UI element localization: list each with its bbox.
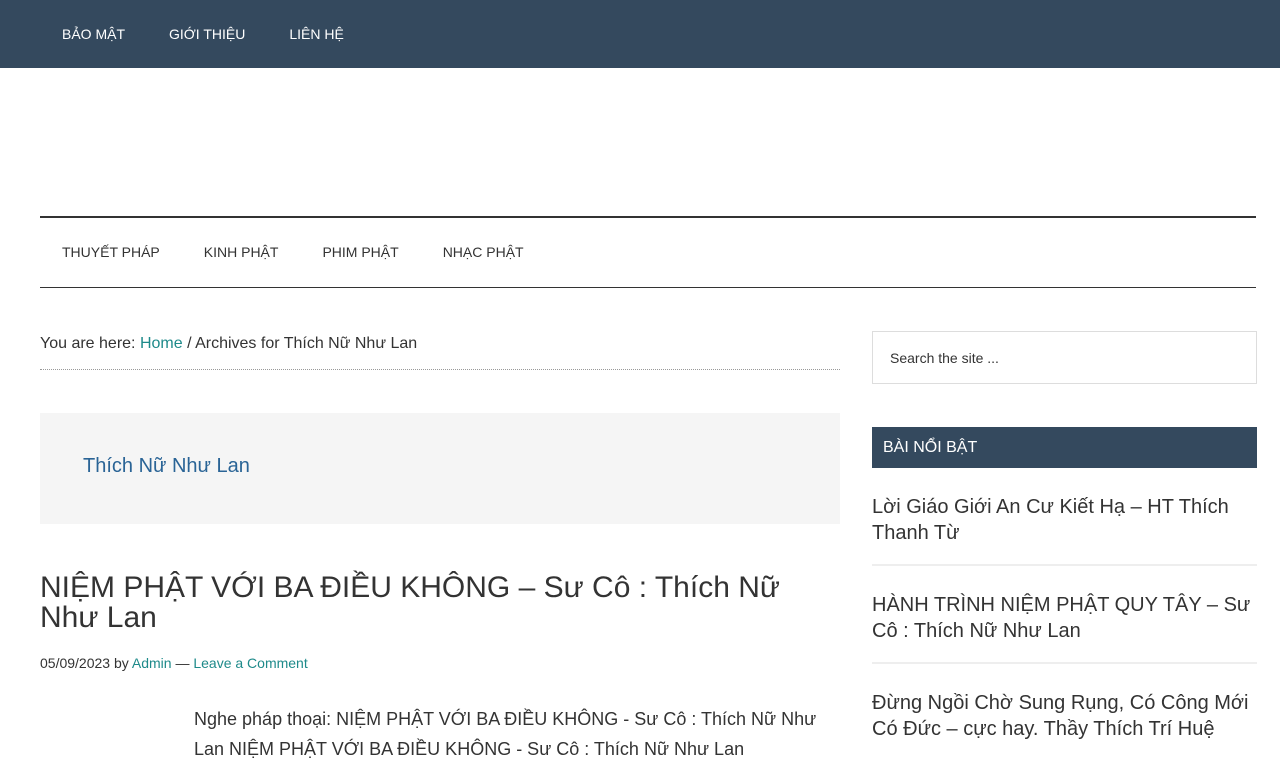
main-content: You are here: Home / Archives for Thích …	[40, 330, 840, 764]
top-nav: BẢO MẬT GIỚI THIỆU LIÊN HỆ	[0, 0, 1280, 68]
post-by: by	[110, 655, 132, 671]
featured-post-link[interactable]: Lời Giáo Giới An Cư Kiết Hạ – HT Thích T…	[872, 468, 1257, 566]
top-nav-item-bao-mat[interactable]: BẢO MẬT	[40, 0, 147, 68]
primary-nav: THUYẾT PHÁP KINH PHẬT PHIM PHẬT NHẠC PHẬ…	[40, 216, 1256, 288]
archive-title: Thích Nữ Như Lan	[83, 455, 250, 477]
top-nav-item-lien-he[interactable]: LIÊN HỆ	[267, 0, 365, 68]
archive-description: Thích Nữ Như Lan	[40, 413, 840, 524]
primary-nav-item-phim-phat[interactable]: PHIM PHẬT	[300, 218, 420, 287]
primary-nav-item-kinh-phat[interactable]: KINH PHẬT	[182, 218, 301, 287]
post-excerpt: Nghe pháp thoại: NIỆM PHẬT VỚI BA ĐIỀU K…	[194, 709, 817, 759]
primary-nav-list: THUYẾT PHÁP KINH PHẬT PHIM PHẬT NHẠC PHẬ…	[40, 218, 1256, 287]
featured-post-link[interactable]: HÀNH TRÌNH NIỆM PHẬT QUY TÂY – Sư Cô : T…	[872, 566, 1257, 664]
leave-comment-link[interactable]: Leave a Comment	[193, 655, 307, 671]
top-nav-list: BẢO MẬT GIỚI THIỆU LIÊN HỆ	[0, 0, 1280, 68]
top-nav-item-gioi-thieu[interactable]: GIỚI THIỆU	[147, 0, 267, 68]
post-entry: NIỆM PHẬT VỚI BA ĐIỀU KHÔNG – Sư Cô : Th…	[40, 573, 840, 764]
breadcrumb-prefix: You are here:	[40, 335, 140, 352]
featured-post-link[interactable]: Đừng Ngồi Chờ Sung Rụng, Có Công Mới Có …	[872, 664, 1257, 760]
breadcrumb-separator: /	[182, 335, 196, 352]
primary-nav-item-thuyet-phap[interactable]: THUYẾT PHÁP	[40, 218, 182, 287]
breadcrumb-current: Archives for Thích Nữ Như Lan	[195, 335, 418, 352]
sidebar: BÀI NỔI BẬT Lời Giáo Giới An Cư Kiết Hạ …	[872, 331, 1257, 760]
post-meta-dash: —	[171, 655, 194, 671]
post-date: 05/09/2023	[40, 655, 111, 671]
breadcrumb-home-link[interactable]: Home	[140, 335, 183, 352]
primary-nav-item-nhac-phat[interactable]: NHẠC PHẬT	[421, 218, 546, 287]
featured-widget-title: BÀI NỔI BẬT	[872, 427, 1257, 468]
search-input[interactable]	[872, 331, 1257, 384]
post-title[interactable]: NIỆM PHẬT VỚI BA ĐIỀU KHÔNG – Sư Cô : Th…	[40, 573, 840, 633]
post-author-link[interactable]: Admin	[132, 655, 172, 671]
breadcrumb: You are here: Home / Archives for Thích …	[40, 330, 840, 370]
post-meta: 05/09/2023 by Admin — Leave a Comment	[40, 655, 840, 671]
